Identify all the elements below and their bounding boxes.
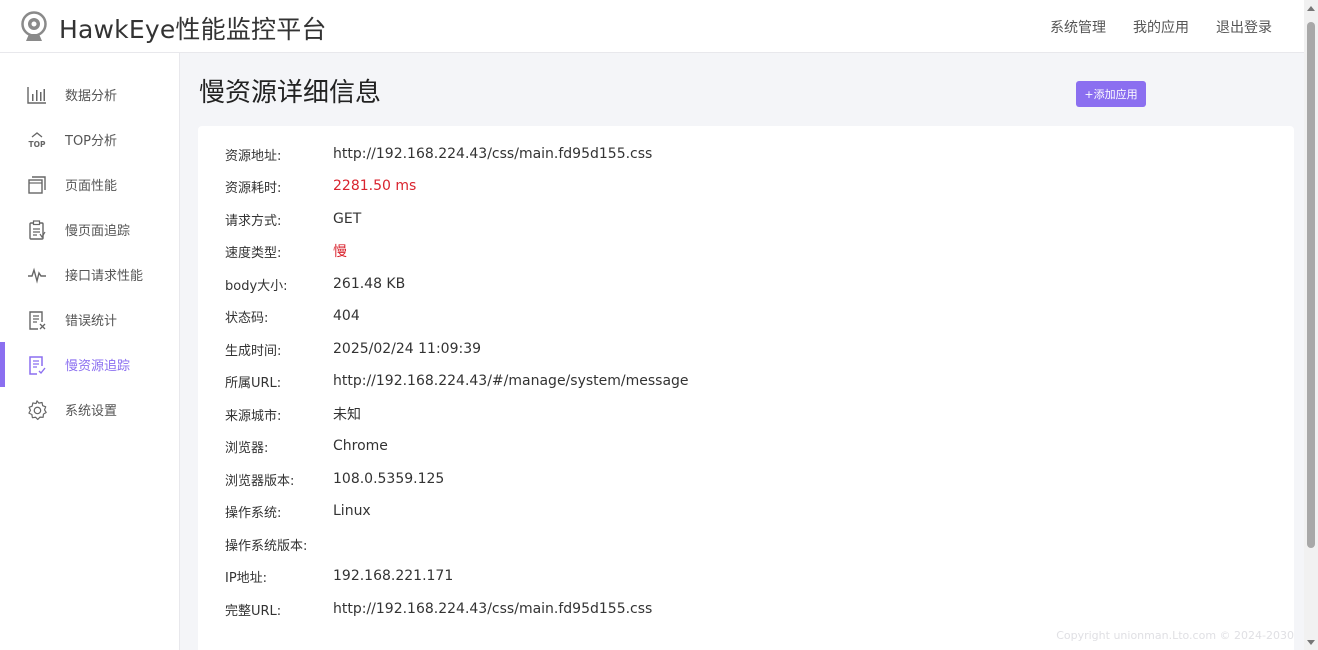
detail-row: 请求方式: GET: [225, 208, 361, 230]
detail-label: 操作系统版本:: [225, 538, 308, 554]
scroll-down-arrow-icon[interactable]: [1307, 640, 1315, 645]
detail-label: body大小:: [225, 278, 288, 294]
sidebar: 数据分析 TOP TOP分析 页面性能 慢页面追踪 接口请求性能 错误统计 慢资…: [0, 53, 180, 650]
detail-label: 所属URL:: [225, 375, 282, 391]
detail-label: 资源耗时:: [225, 180, 282, 196]
detail-label: 状态码:: [225, 310, 269, 326]
detail-value: 192.168.221.171: [333, 568, 454, 584]
detail-label: 操作系统:: [225, 505, 282, 521]
detail-value: GET: [333, 211, 362, 227]
detail-label: 浏览器:: [225, 440, 269, 456]
doc-list-icon: [26, 354, 48, 376]
sidebar-item-label: 系统设置: [65, 404, 118, 419]
sidebar-item-system-settings[interactable]: 系统设置: [0, 387, 179, 432]
header-nav: 系统管理 我的应用 退出登录: [1050, 0, 1272, 53]
pulse-icon: [26, 264, 48, 286]
detail-value: 慢: [333, 244, 347, 260]
detail-label: IP地址:: [225, 570, 268, 586]
detail-row: 生成时间: 2025/02/24 11:09:39: [225, 338, 481, 360]
sidebar-item-label: 慢资源追踪: [65, 359, 131, 374]
detail-label: 速度类型:: [225, 245, 282, 261]
pages-icon: [26, 174, 48, 196]
gear-icon: [26, 399, 48, 421]
detail-row: 浏览器: Chrome: [225, 435, 388, 457]
detail-row: 状态码: 404: [225, 305, 360, 327]
detail-value: Chrome: [333, 438, 388, 454]
scroll-up-arrow-icon[interactable]: [1307, 6, 1315, 11]
detail-card: 资源地址: http://192.168.224.43/css/main.fd9…: [198, 126, 1294, 650]
sidebar-item-top-analysis[interactable]: TOP TOP分析: [0, 117, 179, 162]
page-title: 慢资源详细信息: [199, 78, 382, 108]
detail-label: 请求方式:: [225, 213, 282, 229]
error-doc-icon: [26, 309, 48, 331]
nav-my-apps[interactable]: 我的应用: [1133, 17, 1189, 37]
detail-value: http://192.168.224.43/css/main.fd95d155.…: [333, 601, 653, 617]
detail-row: IP地址: 192.168.221.171: [225, 565, 453, 587]
app-title: HawkEye性能监控平台: [59, 15, 327, 44]
detail-row: 操作系统: Linux: [225, 500, 371, 522]
sidebar-item-slow-resource-tracking[interactable]: 慢资源追踪: [0, 342, 179, 387]
detail-label: 完整URL:: [225, 603, 282, 619]
detail-label: 生成时间:: [225, 343, 282, 359]
detail-value: 261.48 KB: [333, 276, 406, 292]
detail-value: http://192.168.224.43/css/main.fd95d155.…: [333, 146, 653, 162]
detail-label: 浏览器版本:: [225, 473, 295, 489]
scrollbar-thumb[interactable]: [1307, 22, 1315, 548]
detail-value: 404: [333, 308, 360, 324]
sidebar-item-label: 数据分析: [65, 89, 118, 104]
detail-row: 资源耗时: 2281.50 ms: [225, 175, 416, 197]
top-header: HawkEye性能监控平台 系统管理 我的应用 退出登录: [0, 0, 1304, 53]
detail-label: 来源城市:: [225, 408, 282, 424]
clipboard-icon: [26, 219, 48, 241]
detail-row: 资源地址: http://192.168.224.43/css/main.fd9…: [225, 143, 652, 165]
sidebar-item-label: 接口请求性能: [65, 269, 144, 284]
detail-value: Linux: [333, 503, 371, 519]
sidebar-item-error-stats[interactable]: 错误统计: [0, 297, 179, 342]
webcam-icon: [21, 11, 47, 41]
detail-row: 速度类型: 慢: [225, 240, 347, 262]
detail-value: http://192.168.224.43/#/manage/system/me…: [333, 373, 689, 389]
svg-text:TOP: TOP: [29, 140, 46, 149]
add-app-button[interactable]: +添加应用: [1076, 81, 1146, 107]
detail-value: 108.0.5359.125: [333, 471, 445, 487]
top-icon: TOP: [26, 129, 48, 151]
copyright-footer: Copyright unionman.Lto.com © 2024-2030: [1056, 629, 1294, 642]
sidebar-item-label: 错误统计: [65, 314, 118, 329]
detail-row: 浏览器版本: 108.0.5359.125: [225, 468, 444, 490]
detail-row: body大小: 261.48 KB: [225, 273, 405, 295]
sidebar-item-slow-page-tracking[interactable]: 慢页面追踪: [0, 207, 179, 252]
detail-row: 操作系统版本:: [225, 533, 333, 555]
sidebar-item-label: 慢页面追踪: [65, 224, 131, 239]
detail-row: 完整URL: http://192.168.224.43/css/main.fd…: [225, 598, 652, 620]
detail-label: 资源地址:: [225, 148, 282, 164]
sidebar-item-page-performance[interactable]: 页面性能: [0, 162, 179, 207]
detail-row: 来源城市: 未知: [225, 403, 361, 425]
detail-value: 2281.50 ms: [333, 178, 417, 194]
detail-value: 未知: [333, 407, 361, 423]
bar-chart-icon: [26, 84, 48, 106]
detail-row: 所属URL: http://192.168.224.43/#/manage/sy…: [225, 370, 689, 392]
detail-value: 2025/02/24 11:09:39: [333, 341, 482, 357]
nav-system-management[interactable]: 系统管理: [1050, 17, 1106, 37]
sidebar-item-api-performance[interactable]: 接口请求性能: [0, 252, 179, 297]
sidebar-item-label: 页面性能: [65, 179, 118, 194]
sidebar-item-label: TOP分析: [65, 134, 118, 149]
nav-logout[interactable]: 退出登录: [1216, 17, 1272, 37]
sidebar-item-data-analysis[interactable]: 数据分析: [0, 72, 179, 117]
